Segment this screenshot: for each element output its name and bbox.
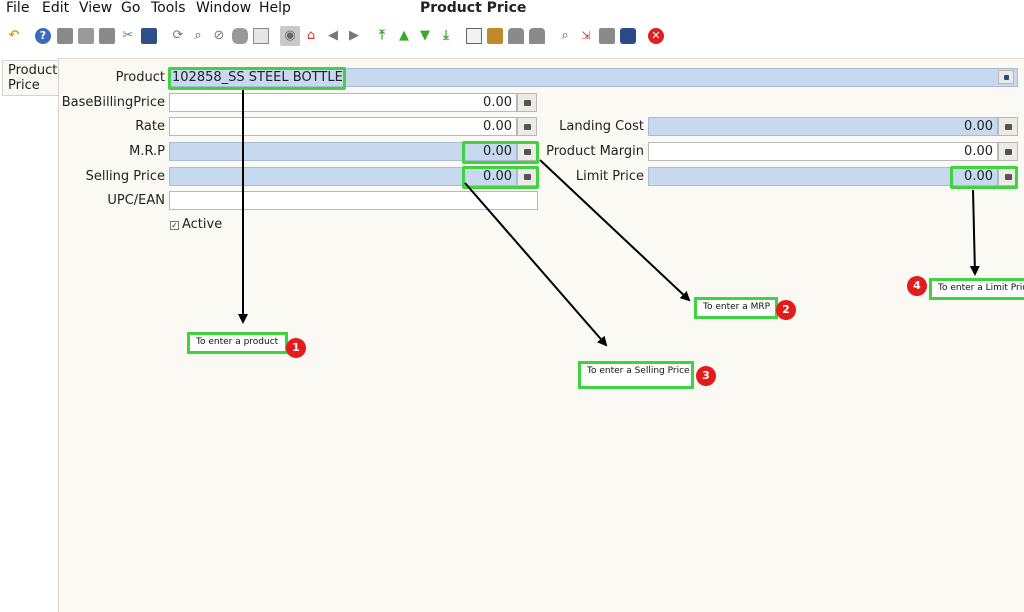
tab-column: Product Price	[0, 58, 58, 612]
request-icon[interactable]	[599, 28, 615, 44]
selling-price-highlight	[462, 166, 539, 189]
copy-icon[interactable]	[78, 28, 94, 44]
selling-price-label: Selling Price	[85, 169, 165, 184]
menu-bar: File Edit View Go Tools Window Help Prod…	[0, 0, 1024, 18]
menu-tools[interactable]: Tools	[151, 0, 186, 17]
undo-icon[interactable]: ↶	[6, 28, 22, 44]
rate-calculator-button[interactable]	[517, 117, 537, 136]
product-highlight	[168, 67, 346, 90]
previous-record-icon[interactable]: ▲	[396, 28, 412, 44]
product-margin-label: Product Margin	[546, 144, 644, 159]
menu-file[interactable]: File	[6, 0, 29, 17]
delete-icon[interactable]	[99, 28, 115, 44]
print-preview-icon[interactable]	[508, 28, 524, 44]
annotation-note-mrp: To enter a MRP	[694, 297, 778, 319]
base-billing-price-label: BaseBillingPrice	[61, 95, 165, 110]
menu-go[interactable]: Go	[121, 0, 140, 17]
chat-icon[interactable]	[232, 28, 248, 44]
annotation-badge-3: 3	[696, 366, 716, 386]
print-icon[interactable]	[529, 28, 545, 44]
active-label: Active	[182, 217, 223, 232]
find-icon[interactable]: ⌕	[190, 28, 206, 44]
delete-selection-icon[interactable]: ✂	[120, 28, 136, 44]
mrp-label: M.R.P	[129, 144, 165, 159]
product-info-icon[interactable]	[620, 28, 636, 44]
limit-price-label: Limit Price	[575, 169, 644, 184]
help-icon[interactable]: ?	[35, 28, 51, 44]
rate-label: Rate	[135, 119, 165, 134]
menu-view[interactable]: View	[79, 0, 112, 17]
grid-toggle-icon[interactable]	[253, 28, 269, 44]
attachment-icon[interactable]: ⊘	[211, 28, 227, 44]
exit-icon[interactable]: ✕	[648, 28, 664, 44]
product-label: Product	[115, 70, 165, 85]
tab-product-price[interactable]: Product Price	[2, 60, 58, 96]
limit-price-highlight	[950, 166, 1018, 189]
back-icon[interactable]: ◀	[325, 28, 341, 44]
product-margin-field[interactable]: 0.00	[648, 142, 998, 161]
landing-cost-field[interactable]: 0.00	[648, 117, 998, 136]
active-checkbox[interactable]: ✓	[170, 221, 179, 230]
menu-window[interactable]: Window	[196, 0, 251, 17]
save-icon[interactable]	[141, 28, 157, 44]
menu-help[interactable]: Help	[259, 0, 291, 17]
toolbar: ↶ ? ✂ ⟳ ⌕ ⊘ ◉ ⌂ ◀ ▶ ⤒ ▲ ▼ ⤓ ⌕ ⇲ ✕	[0, 24, 1024, 52]
new-icon[interactable]	[57, 28, 73, 44]
mrp-highlight	[462, 141, 539, 164]
annotation-note-product: To enter a product	[187, 332, 288, 354]
forward-icon[interactable]: ▶	[346, 28, 362, 44]
workflow-icon[interactable]: ⇲	[578, 28, 594, 44]
annotation-badge-4: 4	[907, 276, 927, 296]
base-billing-price-field[interactable]: 0.00	[169, 93, 517, 112]
landing-cost-calculator-button[interactable]	[998, 117, 1018, 136]
product-search-button[interactable]	[998, 70, 1014, 84]
annotation-badge-2: 2	[776, 300, 796, 320]
base-billing-calculator-button[interactable]	[517, 93, 537, 112]
history-icon[interactable]: ◉	[280, 26, 300, 46]
next-record-icon[interactable]: ▼	[417, 28, 433, 44]
upc-ean-field[interactable]	[169, 191, 538, 210]
window-title: Product Price	[420, 0, 527, 16]
rate-field[interactable]: 0.00	[169, 117, 517, 136]
zoom-across-icon[interactable]: ⌕	[557, 28, 573, 44]
upc-ean-label: UPC/EAN	[107, 193, 165, 208]
limit-price-field[interactable]: 0.00	[648, 167, 998, 186]
refresh-icon[interactable]: ⟳	[170, 28, 186, 44]
home-icon[interactable]: ⌂	[303, 28, 319, 44]
annotation-note-limit-price: To enter a Limit Price	[929, 278, 1024, 300]
annotation-note-selling-price: To enter a Selling Price	[578, 361, 694, 389]
last-record-icon[interactable]: ⤓	[438, 28, 454, 44]
archive-icon[interactable]	[487, 28, 503, 44]
annotation-badge-1: 1	[286, 338, 306, 358]
menu-edit[interactable]: Edit	[42, 0, 69, 17]
product-margin-calculator-button[interactable]	[998, 142, 1018, 161]
report-icon[interactable]	[466, 28, 482, 44]
landing-cost-label: Landing Cost	[559, 119, 644, 134]
first-record-icon[interactable]: ⤒	[374, 28, 390, 44]
